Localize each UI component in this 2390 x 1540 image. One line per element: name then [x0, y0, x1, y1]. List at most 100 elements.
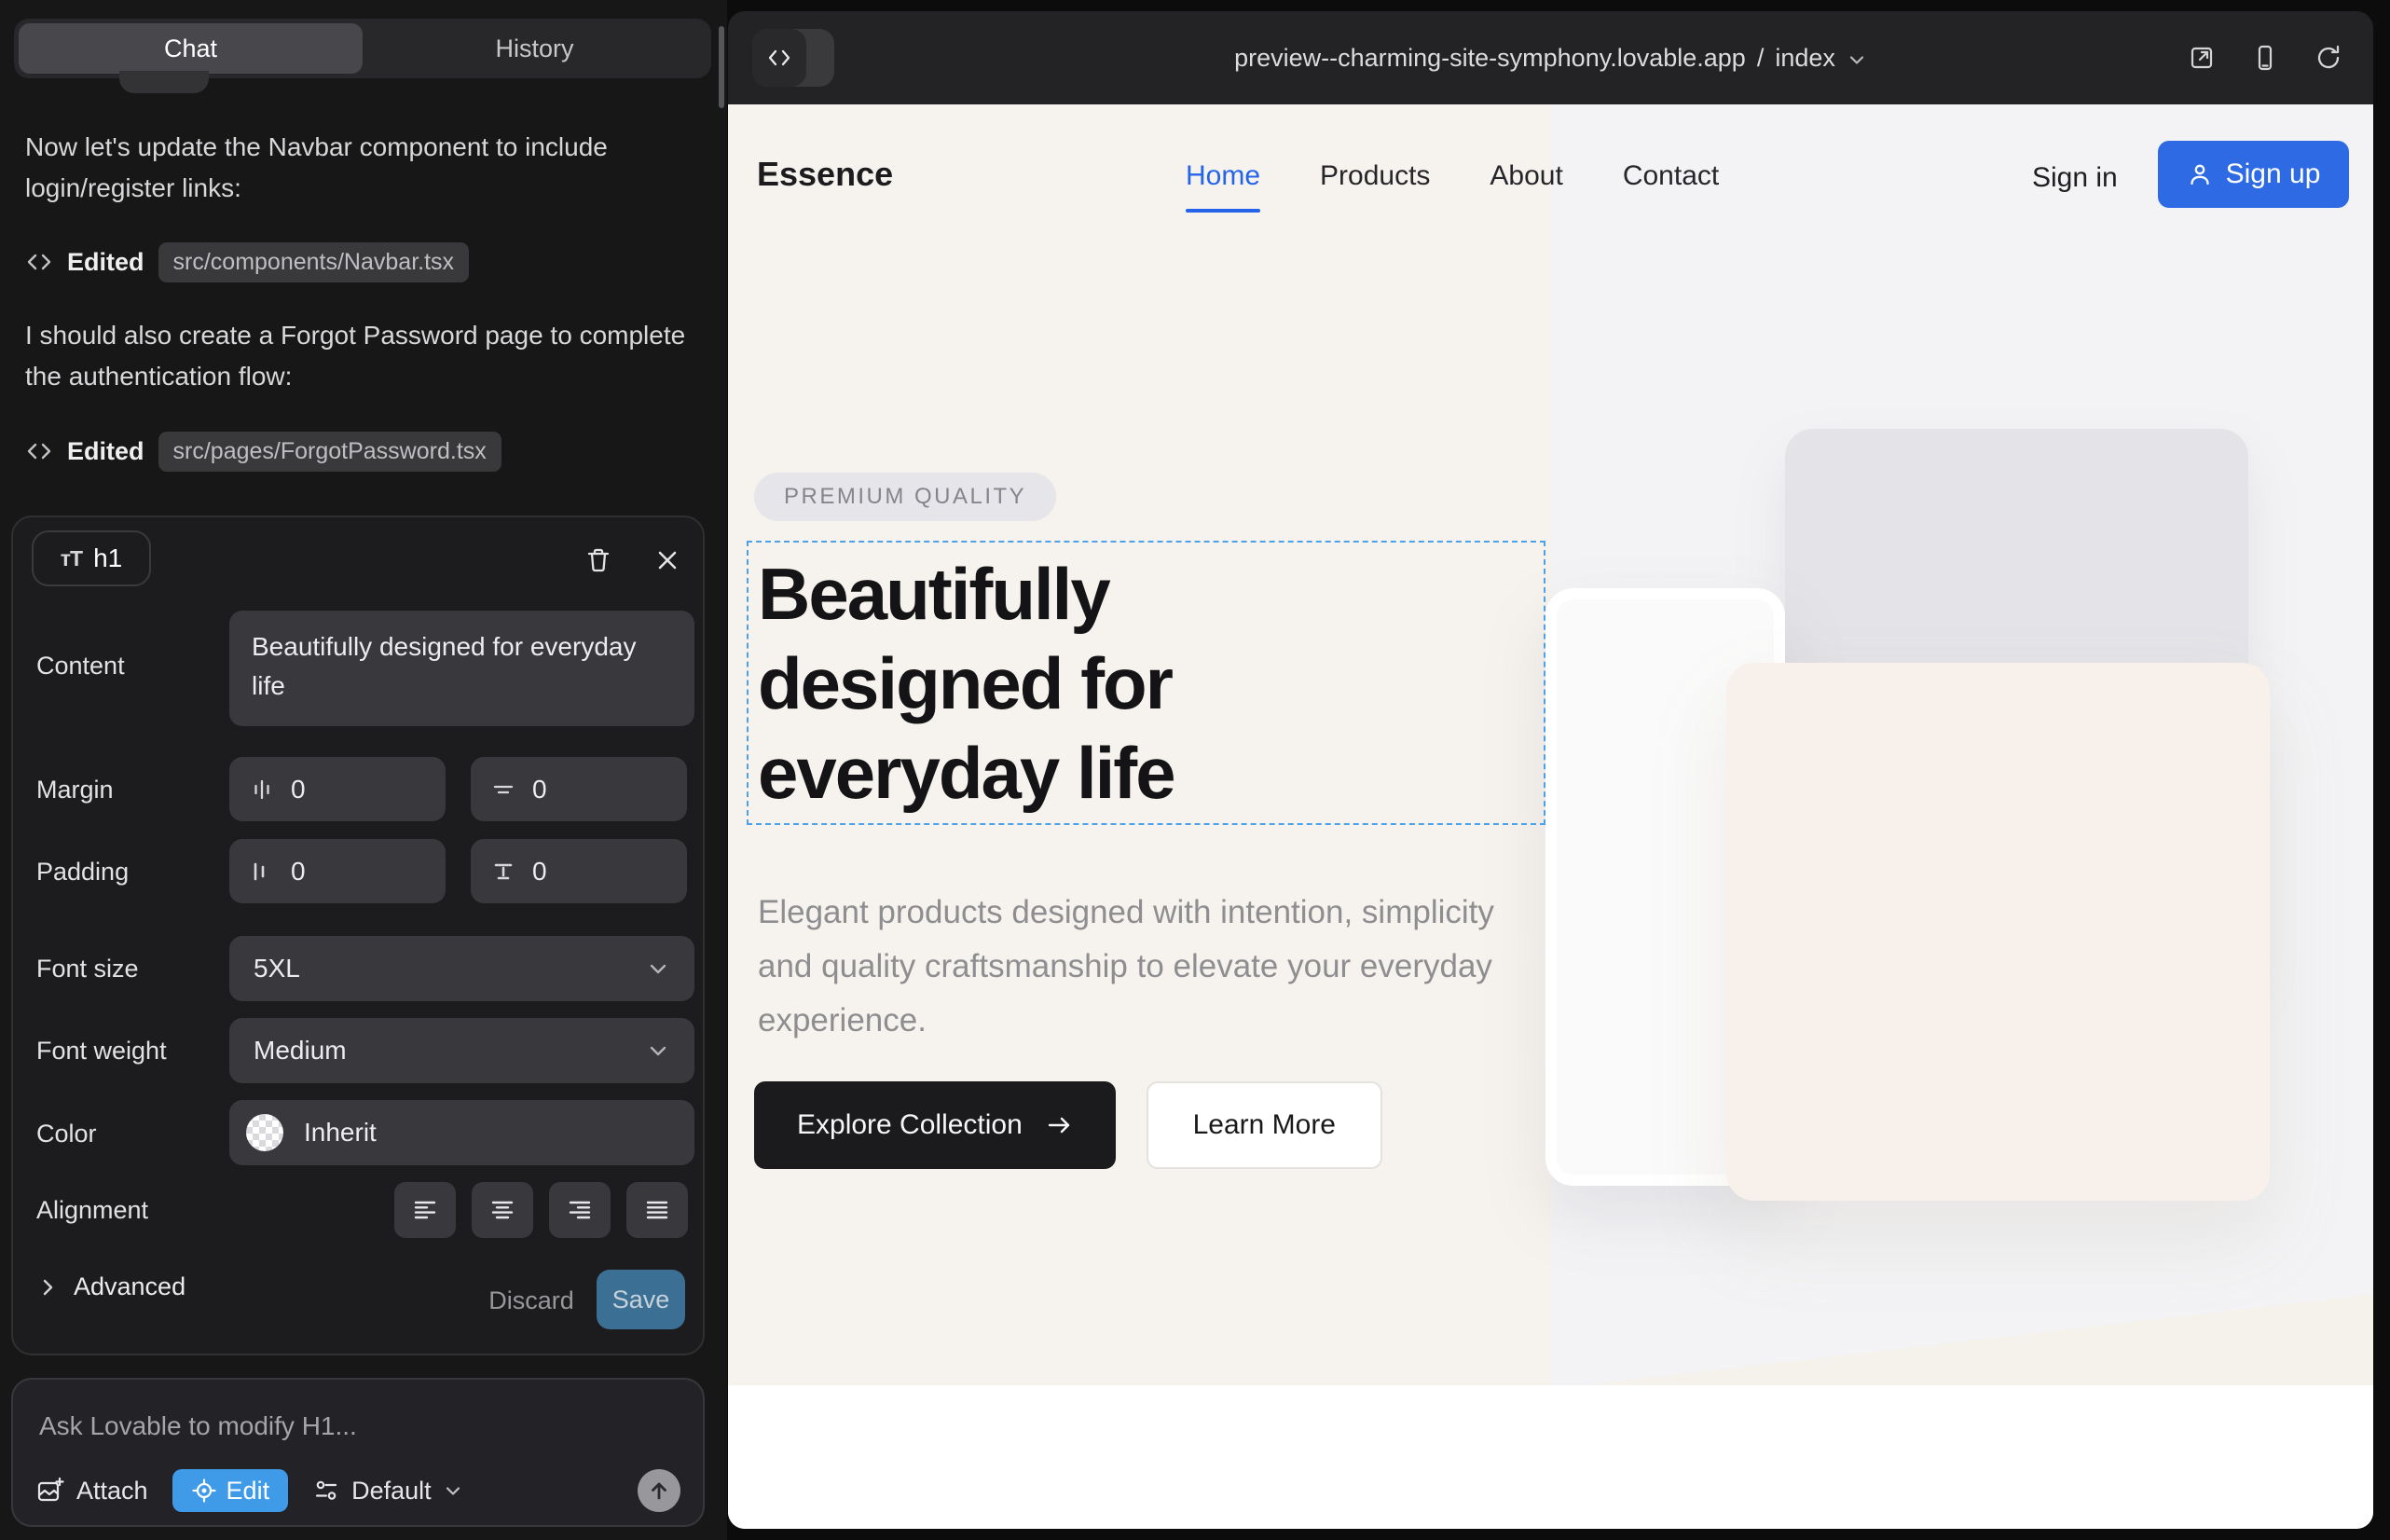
save-button[interactable]: Save	[597, 1270, 685, 1329]
refresh-button[interactable]	[2314, 43, 2343, 73]
horizontal-margin-icon	[250, 777, 274, 802]
chat-input[interactable]: Ask Lovable to modify H1...	[39, 1411, 357, 1441]
margin-horizontal-value: 0	[291, 775, 306, 804]
sign-up-label: Sign up	[2226, 158, 2321, 190]
selected-element-tag: тT h1	[32, 530, 151, 586]
element-tag-label: h1	[93, 543, 122, 573]
nav-home[interactable]: Home	[1186, 160, 1260, 192]
chevron-down-icon	[1847, 49, 1867, 70]
nav-about[interactable]: About	[1490, 160, 1562, 192]
edited-label: Edited	[67, 437, 144, 466]
arrow-up-icon	[647, 1478, 671, 1503]
send-button[interactable]	[638, 1469, 680, 1512]
margin-horizontal-input[interactable]: 0	[229, 757, 446, 821]
padding-label: Padding	[36, 858, 129, 887]
nav-products[interactable]: Products	[1320, 160, 1430, 192]
delete-element-button[interactable]	[578, 540, 619, 581]
color-select[interactable]: Inherit	[229, 1100, 694, 1165]
mobile-icon	[2250, 43, 2280, 73]
padding-horizontal-input[interactable]: 0	[229, 839, 446, 903]
typography-icon: тT	[61, 546, 82, 571]
code-icon	[25, 437, 53, 465]
edited-file-chip[interactable]: src/components/Navbar.tsx	[158, 242, 470, 282]
tab-history[interactable]: History	[363, 23, 707, 74]
site-nav: Home Products About Contact	[1186, 160, 1719, 192]
edit-mode-button[interactable]: Edit	[172, 1469, 289, 1512]
user-icon	[2187, 161, 2213, 187]
element-editor-panel: тT h1 Content Beautifully designed for e…	[11, 516, 705, 1355]
chat-composer: Ask Lovable to modify H1... Attach Edit …	[11, 1378, 705, 1527]
font-weight-select[interactable]: Medium	[229, 1018, 694, 1083]
url-host: preview--charming-site-symphony.lovable.…	[1234, 44, 1746, 73]
align-left-button[interactable]	[394, 1182, 456, 1238]
transparent-swatch-icon	[246, 1114, 283, 1151]
font-weight-label: Font weight	[36, 1037, 167, 1066]
discard-button[interactable]: Discard	[483, 1272, 580, 1328]
mobile-view-button[interactable]	[2250, 43, 2280, 73]
close-editor-button[interactable]	[647, 540, 688, 581]
padding-vertical-input[interactable]: 0	[471, 839, 687, 903]
advanced-label: Advanced	[74, 1272, 185, 1301]
chevron-right-icon	[36, 1276, 59, 1299]
preview-actions	[2187, 11, 2343, 104]
advanced-toggle[interactable]: Advanced	[36, 1272, 185, 1301]
lovable-sidebar: Chat History Now let's update the Navbar…	[0, 0, 727, 1540]
explore-collection-button[interactable]: Explore Collection	[754, 1081, 1116, 1169]
open-external-button[interactable]	[2187, 43, 2217, 73]
next-section-background	[728, 1385, 2373, 1529]
edited-file-chip[interactable]: src/pages/ForgotPassword.tsx	[158, 432, 501, 472]
align-right-icon	[566, 1196, 594, 1224]
edited-file-row: Edited src/components/Navbar.tsx	[25, 241, 469, 283]
content-label: Content	[36, 652, 125, 681]
premium-quality-badge: PREMIUM QUALITY	[754, 473, 1056, 521]
preview-url[interactable]: preview--charming-site-symphony.lovable.…	[728, 11, 2373, 104]
attach-label: Attach	[76, 1477, 148, 1506]
learn-more-button[interactable]: Learn More	[1147, 1081, 1382, 1169]
arrow-right-icon	[1045, 1111, 1073, 1139]
align-center-button[interactable]	[472, 1182, 533, 1238]
tab-chat[interactable]: Chat	[19, 23, 363, 74]
margin-vertical-input[interactable]: 0	[471, 757, 687, 821]
code-icon	[25, 248, 53, 276]
alignment-label: Alignment	[36, 1196, 148, 1225]
vertical-padding-icon	[491, 859, 515, 884]
sign-in-link[interactable]: Sign in	[2032, 162, 2118, 194]
nav-contact[interactable]: Contact	[1623, 160, 1719, 192]
chevron-down-icon	[646, 956, 670, 981]
content-input[interactable]: Beautifully designed for everyday life	[229, 611, 694, 726]
hero-description: Elegant products designed with intention…	[758, 886, 1494, 1048]
align-left-icon	[411, 1196, 439, 1224]
sign-up-button[interactable]: Sign up	[2158, 141, 2349, 208]
font-weight-value: Medium	[254, 1036, 347, 1066]
font-size-value: 5XL	[254, 954, 300, 983]
site-canvas: Essence Home Products About Contact Sign…	[728, 104, 2373, 1529]
padding-vertical-value: 0	[532, 857, 547, 887]
refresh-icon	[2314, 43, 2343, 73]
model-selector[interactable]: Default	[312, 1477, 463, 1506]
chevron-down-icon	[443, 1480, 463, 1501]
hero-heading[interactable]: Beautifully designed for everyday life	[758, 549, 1336, 818]
font-size-select[interactable]: 5XL	[229, 936, 694, 1001]
attach-button[interactable]: Attach	[35, 1476, 148, 1506]
preview-window: preview--charming-site-symphony.lovable.…	[728, 11, 2373, 1529]
chat-scrollbar[interactable]	[719, 26, 724, 108]
chat-message: I should also create a Forgot Password p…	[25, 315, 689, 397]
alignment-button-group	[394, 1182, 688, 1238]
site-logo[interactable]: Essence	[757, 155, 893, 194]
color-label: Color	[36, 1120, 97, 1148]
edited-file-row: Edited src/pages/ForgotPassword.tsx	[25, 430, 501, 473]
explore-collection-label: Explore Collection	[797, 1109, 1023, 1141]
url-page: index	[1775, 44, 1835, 73]
url-separator: /	[1757, 44, 1765, 73]
scrolled-button-remnant	[119, 71, 209, 93]
margin-label: Margin	[36, 776, 114, 804]
default-label: Default	[351, 1477, 432, 1506]
font-size-label: Font size	[36, 955, 139, 983]
target-icon	[191, 1478, 217, 1504]
align-right-button[interactable]	[549, 1182, 611, 1238]
composer-toolbar: Attach Edit Default	[35, 1469, 680, 1512]
image-plus-icon	[35, 1476, 65, 1506]
sliders-icon	[312, 1477, 340, 1505]
close-icon	[653, 546, 681, 574]
align-justify-button[interactable]	[626, 1182, 688, 1238]
